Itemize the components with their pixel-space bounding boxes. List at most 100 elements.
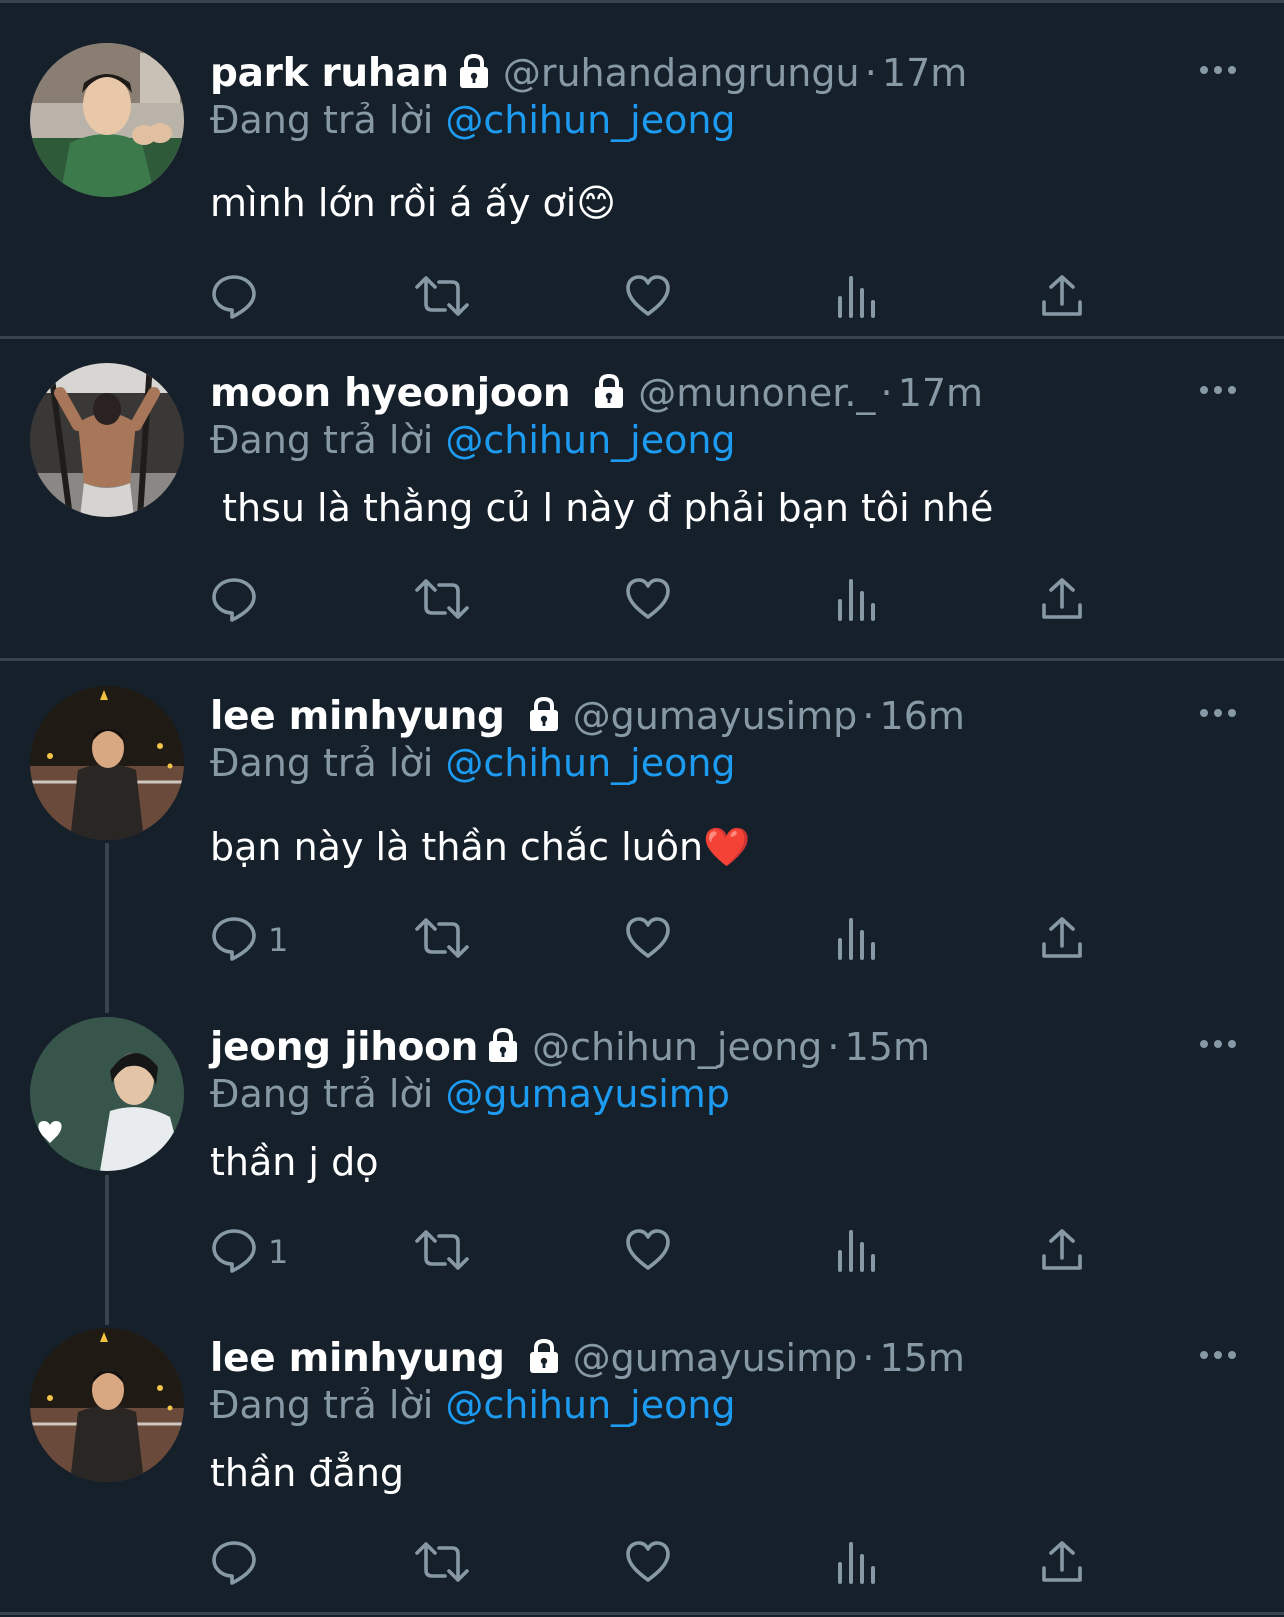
reply-button[interactable]: [210, 272, 268, 324]
reply-button[interactable]: [210, 575, 268, 627]
views-button[interactable]: [834, 1538, 878, 1590]
reply-button[interactable]: [210, 1538, 268, 1590]
avatar[interactable]: [30, 1017, 184, 1171]
user-handle[interactable]: @chihun_jeong: [532, 1025, 822, 1069]
mention-link[interactable]: @gumayusimp: [445, 1072, 730, 1116]
tweet-header: lee minhyung @gumayusimp · 15m: [210, 1333, 965, 1383]
tweet-header: lee minhyung @gumayusimp · 16m: [210, 691, 965, 741]
more-icon[interactable]: [1198, 1034, 1242, 1054]
tweet-text: mình lớn rồi á ấy ơi😊: [210, 181, 616, 225]
heart-icon: [624, 1226, 672, 1278]
replying-to-label: Đang trả lời: [210, 418, 434, 462]
retweet-icon: [414, 1226, 470, 1278]
reply-icon: [210, 272, 258, 324]
separator-dot: ·: [862, 694, 875, 738]
retweet-icon: [414, 272, 470, 324]
reply-button[interactable]: 1: [210, 914, 288, 966]
more-icon[interactable]: [1198, 60, 1242, 80]
mention-link[interactable]: @chihun_jeong: [445, 418, 735, 462]
tweet-header: park ruhan @ruhandangrungu · 17m: [210, 48, 967, 98]
mention-link[interactable]: @chihun_jeong: [445, 98, 735, 142]
retweet-button[interactable]: [414, 914, 470, 966]
share-button[interactable]: [1038, 1226, 1086, 1278]
tweet-divider: [0, 336, 1284, 339]
share-button[interactable]: [1038, 272, 1086, 324]
retweet-button[interactable]: [414, 575, 470, 627]
reply-icon: [210, 1226, 258, 1278]
like-button[interactable]: [624, 1226, 672, 1278]
avatar[interactable]: [30, 43, 184, 197]
mention-link[interactable]: @chihun_jeong: [445, 1383, 735, 1427]
display-name[interactable]: jeong jihoon: [210, 1025, 478, 1070]
share-icon: [1038, 1538, 1086, 1590]
retweet-button[interactable]: [414, 272, 470, 324]
share-button[interactable]: [1038, 1538, 1086, 1590]
replying-to: Đang trả lời @gumayusimp: [210, 1069, 730, 1119]
avatar[interactable]: [30, 686, 184, 840]
replying-to: Đang trả lời @chihun_jeong: [210, 738, 736, 788]
display-name[interactable]: park ruhan: [210, 51, 449, 96]
timestamp[interactable]: 15m: [880, 1336, 965, 1380]
share-icon: [1038, 1226, 1086, 1278]
views-icon: [834, 1226, 878, 1278]
tweet-divider: [0, 1612, 1284, 1615]
reply-count: 1: [268, 921, 289, 959]
views-icon: [834, 1538, 878, 1590]
retweet-button[interactable]: [414, 1226, 470, 1278]
share-icon: [1038, 272, 1086, 324]
retweet-icon: [414, 1538, 470, 1590]
avatar[interactable]: [30, 1328, 184, 1482]
tweet-text: thần j dọ: [210, 1140, 379, 1184]
timestamp[interactable]: 17m: [882, 51, 967, 95]
replying-to-label: Đang trả lời: [210, 741, 434, 785]
tweet-header: jeong jihoon @chihun_jeong · 15m: [210, 1022, 930, 1072]
reply-icon: [210, 1538, 258, 1590]
views-icon: [834, 575, 878, 627]
user-handle[interactable]: @gumayusimp: [573, 694, 858, 738]
share-button[interactable]: [1038, 914, 1086, 966]
views-button[interactable]: [834, 914, 878, 966]
like-button[interactable]: [624, 914, 672, 966]
replying-to: Đang trả lời @chihun_jeong: [210, 1380, 736, 1430]
display-name[interactable]: moon hyeonjoon: [210, 371, 571, 416]
mention-link[interactable]: @chihun_jeong: [445, 741, 735, 785]
tweet-text: thsu là thằng củ l này đ phải bạn tôi nh…: [210, 486, 994, 530]
timestamp[interactable]: 15m: [845, 1025, 930, 1069]
avatar[interactable]: [30, 363, 184, 517]
tweet-actions: 1: [210, 914, 1130, 966]
share-button[interactable]: [1038, 575, 1086, 627]
more-icon[interactable]: [1198, 380, 1242, 400]
display-name[interactable]: lee minhyung: [210, 694, 505, 739]
retweet-icon: [414, 914, 470, 966]
tweet-actions: [210, 1538, 1130, 1590]
tweet-actions: 1: [210, 1226, 1130, 1278]
views-button[interactable]: [834, 272, 878, 324]
separator-dot: ·: [862, 1336, 875, 1380]
separator-dot: ·: [864, 51, 877, 95]
replying-to-label: Đang trả lời: [210, 98, 434, 142]
timestamp[interactable]: 16m: [880, 694, 965, 738]
thread-connector: [105, 843, 109, 1013]
reply-icon: [210, 575, 258, 627]
like-button[interactable]: [624, 272, 672, 324]
views-button[interactable]: [834, 1226, 878, 1278]
like-button[interactable]: [624, 1538, 672, 1590]
reply-button[interactable]: 1: [210, 1226, 288, 1278]
heart-icon: [624, 272, 672, 324]
retweet-button[interactable]: [414, 1538, 470, 1590]
retweet-icon: [414, 575, 470, 627]
user-handle[interactable]: @gumayusimp: [573, 1336, 858, 1380]
display-name[interactable]: lee minhyung: [210, 1336, 505, 1381]
more-icon[interactable]: [1198, 1345, 1242, 1365]
like-button[interactable]: [624, 575, 672, 627]
user-handle[interactable]: @ruhandangrungu: [503, 51, 860, 95]
views-button[interactable]: [834, 575, 878, 627]
user-handle[interactable]: @munoner._: [638, 371, 875, 415]
timestamp[interactable]: 17m: [898, 371, 983, 415]
more-icon[interactable]: [1198, 703, 1242, 723]
reply-icon: [210, 914, 258, 966]
tweet-header: moon hyeonjoon @munoner._ · 17m: [210, 368, 983, 418]
tweet-text: thần đẳng: [210, 1451, 405, 1495]
replying-to: Đang trả lời @chihun_jeong: [210, 95, 736, 145]
share-icon: [1038, 575, 1086, 627]
